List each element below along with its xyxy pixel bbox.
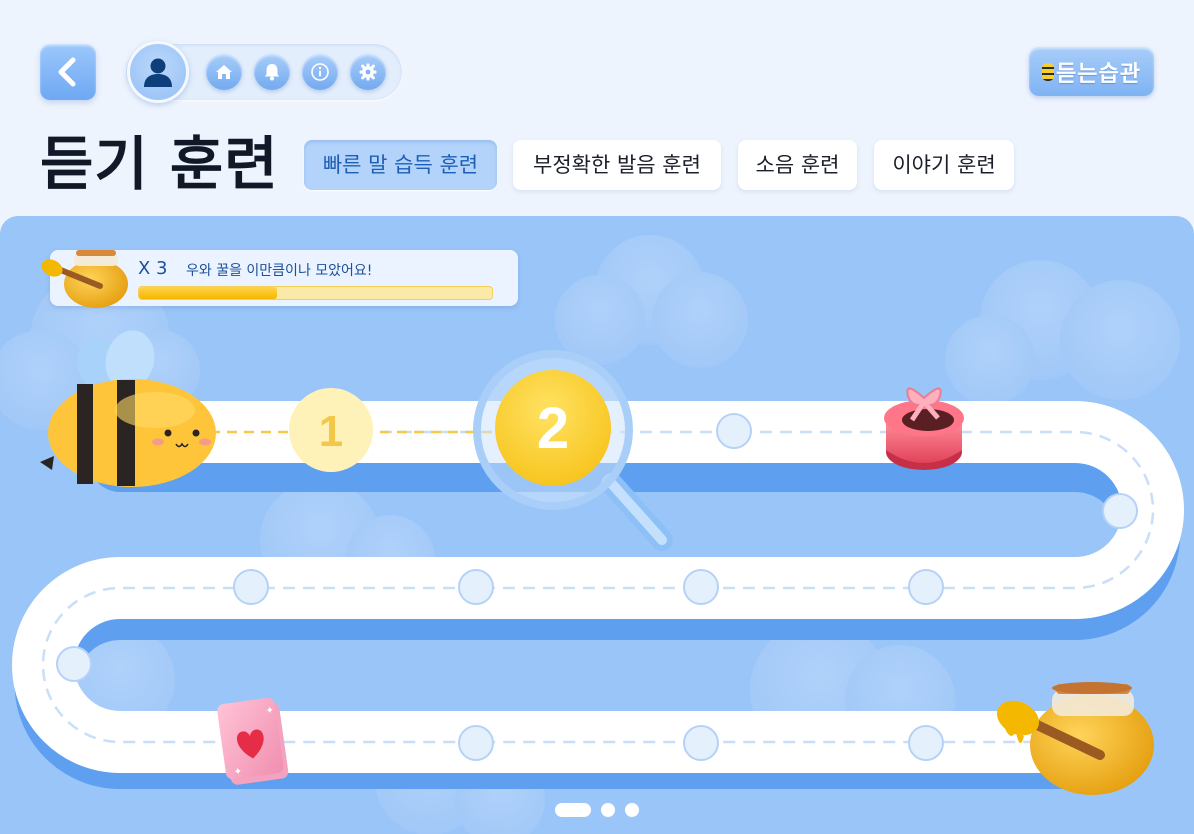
page-title: 듣기 훈련 [40,130,279,198]
honey-jar-icon [41,250,128,308]
svg-text:✦: ✦ [265,705,275,717]
tab-story[interactable]: 이야기 훈련 [874,140,1014,190]
page-dot-1[interactable] [555,803,591,817]
tab-noise[interactable]: 소음 훈련 [738,140,857,190]
honey-progress-bar [138,286,493,300]
gift-box-icon [884,387,964,470]
settings-button[interactable] [350,54,386,90]
pagination-dots [555,803,639,817]
honey-progress-fill [139,287,277,299]
bell-icon [265,64,279,81]
level-1-node: 1 [289,388,373,472]
svg-text:2: 2 [537,396,569,461]
profile-avatar-button[interactable] [127,41,189,103]
svg-text:1: 1 [319,407,343,456]
back-button[interactable] [40,44,96,100]
heart-card-icon: ✦ ✦ [217,697,289,785]
page-dot-2[interactable] [601,803,615,817]
gear-icon [359,63,377,81]
tab-fast-speech[interactable]: 빠른 말 습득 훈련 [304,140,497,190]
bee-logo-icon [1042,62,1055,81]
chevron-left-icon [58,57,76,87]
brand-name: 듣는습관 [1056,61,1141,87]
level-map: 1 2 ✦ ✦ [0,235,1184,834]
user-icon [144,58,172,87]
honey-message: 우와 꿀을 이만큼이나 모았어요! [186,263,373,279]
tab-inaccurate-pronunciation[interactable]: 부정확한 발음 훈련 [513,140,721,190]
home-icon [216,65,232,79]
brand-logo: 듣는습관 [1029,47,1154,96]
svg-text:✦: ✦ [233,766,243,778]
info-button[interactable] [302,54,338,90]
notifications-button[interactable] [254,54,290,90]
page-dot-3[interactable] [625,803,639,817]
honey-multiplier: X 3 [138,258,168,279]
level-map-board: 1 2 ✦ ✦ [0,216,1194,834]
info-icon [311,63,329,81]
home-button[interactable] [206,54,242,90]
